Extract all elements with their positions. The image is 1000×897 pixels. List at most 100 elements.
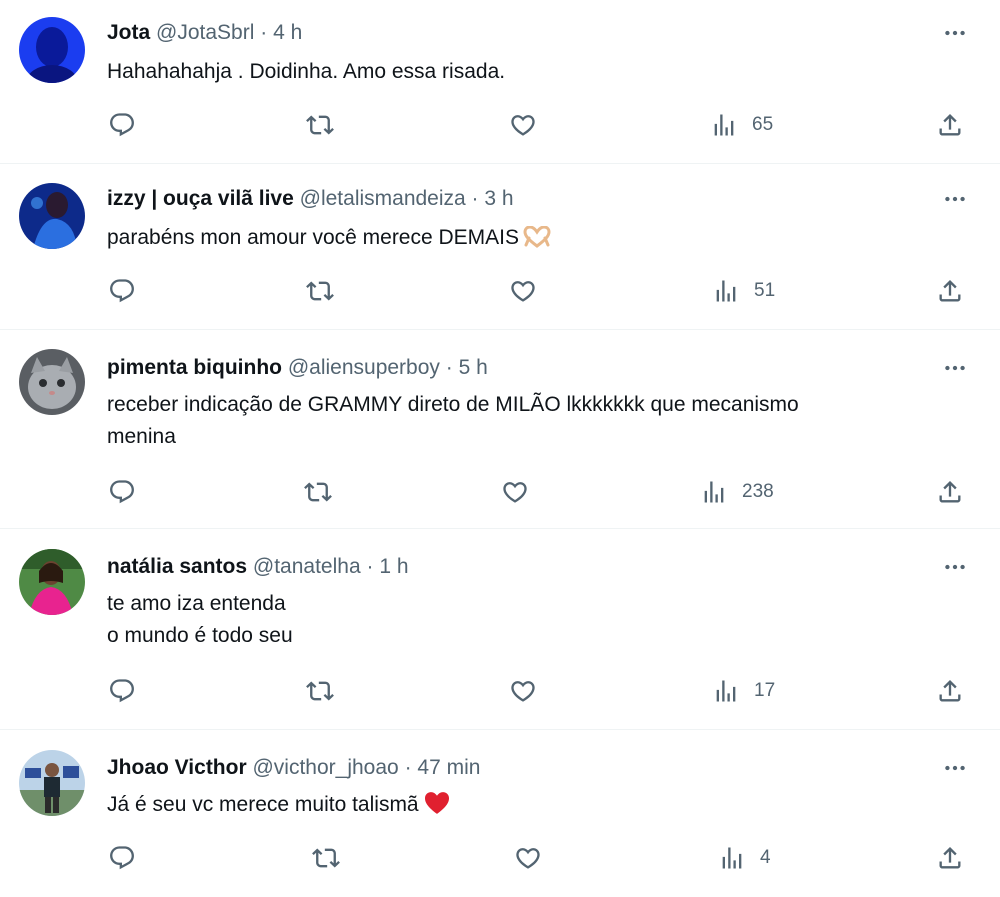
- action-bar: 65: [0, 110, 1000, 140]
- tweet-text-line: menina: [107, 425, 176, 448]
- views-button[interactable]: 238: [700, 477, 774, 507]
- reply-button[interactable]: [108, 276, 136, 306]
- share-icon: [939, 280, 961, 302]
- tweet-text: receber indicação de GRAMMY direto de MI…: [107, 389, 977, 453]
- views-button[interactable]: 65: [710, 110, 773, 140]
- tweet-header: natália santos @tanatelha · 1 h: [107, 554, 409, 580]
- more-icon[interactable]: [940, 187, 970, 211]
- tweet-text-content: Já é seu vc merece muito talismã: [107, 793, 419, 816]
- tweet-header: Jhoao Victhor @victhor_jhoao · 47 min: [107, 755, 480, 781]
- share-button[interactable]: [936, 843, 964, 873]
- share-icon: [939, 481, 961, 503]
- share-icon: [939, 847, 961, 869]
- tweet[interactable]: pimenta biquinho @aliensuperboy · 5 h re…: [0, 330, 1000, 529]
- views-icon: [704, 481, 724, 503]
- share-icon: [939, 114, 961, 136]
- tweet-text: Já é seu vc merece muito talismã: [107, 789, 977, 825]
- avatar[interactable]: [19, 17, 85, 83]
- retweet-icon: [312, 848, 340, 868]
- avatar[interactable]: [19, 750, 85, 816]
- more-icon[interactable]: [940, 21, 970, 45]
- action-bar: 4: [0, 843, 1000, 873]
- reply-icon: [110, 679, 134, 703]
- more-icon[interactable]: [940, 756, 970, 780]
- like-button[interactable]: [509, 110, 537, 140]
- avatar[interactable]: [19, 349, 85, 415]
- reply-icon: [110, 113, 134, 137]
- reply-button[interactable]: [108, 110, 136, 140]
- avatar[interactable]: [19, 183, 85, 249]
- handle[interactable]: @letalismandeiza: [300, 187, 466, 210]
- separator-dot: ·: [404, 756, 412, 779]
- display-name[interactable]: natália santos: [107, 555, 247, 578]
- reply-icon: [110, 846, 134, 870]
- tweet-header: izzy | ouça vilã live @letalismandeiza ·…: [107, 186, 514, 212]
- like-button[interactable]: [514, 843, 542, 873]
- reply-button[interactable]: [108, 843, 136, 873]
- tweet[interactable]: Jhoao Victhor @victhor_jhoao · 47 min Já…: [0, 730, 1000, 897]
- action-bar: 17: [0, 676, 1000, 706]
- tweet[interactable]: Jota @JotaSbrl · 4 h Hahahahahja . Doidi…: [0, 0, 1000, 164]
- timestamp[interactable]: 5 h: [459, 356, 488, 379]
- separator-dot: ·: [471, 187, 479, 210]
- more-icon[interactable]: [940, 356, 970, 380]
- views-button[interactable]: 51: [712, 276, 775, 306]
- like-icon: [511, 281, 535, 302]
- display-name[interactable]: pimenta biquinho: [107, 356, 282, 379]
- like-button[interactable]: [501, 477, 529, 507]
- reply-icon: [110, 480, 134, 504]
- views-button[interactable]: 4: [718, 843, 771, 873]
- views-icon: [714, 114, 734, 136]
- handle[interactable]: @aliensuperboy: [288, 356, 440, 379]
- share-button[interactable]: [936, 676, 964, 706]
- separator-dot: ·: [445, 356, 453, 379]
- reply-button[interactable]: [108, 676, 136, 706]
- retweet-icon: [306, 115, 334, 135]
- share-button[interactable]: [936, 477, 964, 507]
- like-button[interactable]: [509, 676, 537, 706]
- timestamp[interactable]: 47 min: [417, 756, 480, 779]
- red-heart-icon: [423, 791, 451, 825]
- tweet-text-line: parabéns mon amour você merece DEMAIS: [107, 222, 977, 258]
- display-name[interactable]: Jhoao Victhor: [107, 756, 247, 779]
- reply-button[interactable]: [108, 477, 136, 507]
- retweet-button[interactable]: [306, 276, 334, 306]
- more-icon[interactable]: [940, 555, 970, 579]
- share-button[interactable]: [936, 276, 964, 306]
- retweet-button[interactable]: [306, 110, 334, 140]
- tweet-text: parabéns mon amour você merece DEMAIS: [107, 222, 977, 258]
- views-count: 51: [754, 280, 776, 301]
- views-button[interactable]: 17: [712, 676, 775, 706]
- retweet-button[interactable]: [304, 477, 332, 507]
- display-name[interactable]: Jota: [107, 21, 150, 44]
- share-button[interactable]: [936, 110, 964, 140]
- timestamp[interactable]: 1 h: [379, 555, 408, 578]
- views-count: 17: [754, 680, 776, 701]
- retweet-button[interactable]: [312, 843, 340, 873]
- action-bar: 238: [0, 477, 1000, 507]
- tweet[interactable]: natália santos @tanatelha · 1 h te amo i…: [0, 529, 1000, 730]
- handle[interactable]: @victhor_jhoao: [252, 756, 398, 779]
- retweet-icon: [304, 482, 332, 502]
- like-icon: [511, 115, 535, 136]
- tweet[interactable]: izzy | ouça vilã live @letalismandeiza ·…: [0, 164, 1000, 330]
- like-button[interactable]: [509, 276, 537, 306]
- tweet-header: pimenta biquinho @aliensuperboy · 5 h: [107, 355, 488, 381]
- timestamp[interactable]: 3 h: [484, 187, 513, 210]
- handle[interactable]: @tanatelha: [253, 555, 361, 578]
- separator-dot: ·: [366, 555, 374, 578]
- views-icon: [716, 680, 736, 702]
- heart-hands-icon: [523, 225, 551, 258]
- retweet-icon: [306, 281, 334, 301]
- views-icon: [722, 847, 742, 869]
- avatar[interactable]: [19, 549, 85, 615]
- tweet-text: Hahahahahja . Doidinha. Amo essa risada.: [107, 56, 977, 88]
- views-count: 65: [752, 114, 774, 135]
- retweet-button[interactable]: [306, 676, 334, 706]
- handle[interactable]: @JotaSbrl: [156, 21, 254, 44]
- action-bar: 51: [0, 276, 1000, 306]
- like-icon: [503, 482, 527, 503]
- separator-dot: ·: [260, 21, 268, 44]
- display-name[interactable]: izzy | ouça vilã live: [107, 187, 294, 210]
- timestamp[interactable]: 4 h: [273, 21, 302, 44]
